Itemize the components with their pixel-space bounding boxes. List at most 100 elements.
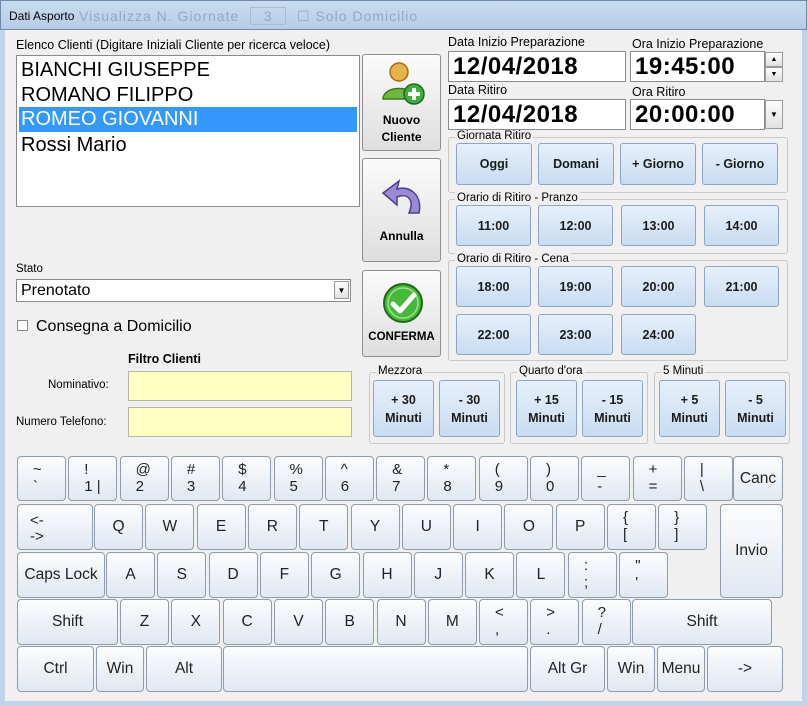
right-win-key[interactable]: Win bbox=[607, 646, 655, 692]
list-item[interactable]: ROMANO FILIPPO bbox=[19, 83, 357, 108]
key-l[interactable]: L bbox=[516, 552, 566, 598]
key-r[interactable]: R bbox=[247, 504, 297, 550]
key-w[interactable]: W bbox=[145, 504, 195, 550]
minus-30-button[interactable]: - 30 Minuti bbox=[439, 380, 500, 437]
confirm-button[interactable]: CONFERMA bbox=[362, 270, 441, 357]
tab-key[interactable]: <- -> bbox=[17, 504, 93, 550]
time-13-button[interactable]: 13:00 bbox=[621, 205, 696, 246]
today-button[interactable]: Oggi bbox=[456, 143, 532, 185]
key-x[interactable]: X bbox=[171, 599, 221, 645]
key-m[interactable]: M bbox=[427, 599, 477, 645]
key-row1-6[interactable]: ^ 6 bbox=[324, 456, 374, 501]
tomorrow-button[interactable]: Domani bbox=[538, 143, 614, 185]
time-23-button[interactable]: 23:00 bbox=[538, 314, 613, 355]
key-n[interactable]: N bbox=[376, 599, 426, 645]
time-20-button[interactable]: 20:00 bbox=[621, 266, 696, 307]
plus-day-button[interactable]: + Giorno bbox=[620, 143, 696, 185]
enter-key[interactable]: Invio bbox=[720, 504, 783, 598]
key-o[interactable]: O bbox=[504, 504, 554, 550]
key-d[interactable]: D bbox=[208, 552, 258, 598]
key-row1-9[interactable]: (9 bbox=[478, 456, 528, 501]
key-c[interactable]: C bbox=[222, 599, 272, 645]
alt-key[interactable]: Alt bbox=[146, 646, 222, 692]
key-sym-0[interactable]: <, bbox=[479, 599, 528, 645]
key-row1-10[interactable]: ) 0 bbox=[530, 456, 579, 501]
key-s[interactable]: S bbox=[157, 552, 207, 598]
name-filter-input[interactable] bbox=[128, 371, 352, 401]
caps-lock-key[interactable]: Caps Lock bbox=[17, 552, 105, 598]
key-sym-2[interactable]: ? / bbox=[581, 599, 631, 645]
menu-key[interactable]: Menu bbox=[657, 646, 705, 692]
key-row1-0[interactable]: ~ ` bbox=[17, 456, 66, 501]
key-punct-0[interactable]: :; bbox=[568, 552, 617, 598]
cancel-button[interactable]: Annulla bbox=[362, 158, 441, 262]
time-22-button[interactable]: 22:00 bbox=[456, 314, 531, 355]
minus-5-button[interactable]: - 5 Minuti bbox=[725, 380, 786, 437]
key-i[interactable]: I bbox=[453, 504, 503, 550]
left-shift-key[interactable]: Shift bbox=[17, 599, 118, 645]
list-item-selected[interactable]: ROMEO GIOVANNI bbox=[19, 107, 357, 132]
key-sym-1[interactable]: >. bbox=[530, 599, 580, 645]
pickup-time-field[interactable]: 20:00:00 bbox=[630, 99, 765, 130]
delete-key[interactable]: Canc bbox=[733, 456, 783, 501]
key-z[interactable]: Z bbox=[120, 599, 169, 645]
client-list[interactable]: BIANCHI GIUSEPPE ROMANO FILIPPO ROMEO GI… bbox=[16, 55, 360, 207]
key-row1-8[interactable]: * 8 bbox=[427, 456, 477, 501]
minus-day-button[interactable]: - Giorno bbox=[702, 143, 778, 185]
new-client-button[interactable]: Nuovo Cliente bbox=[362, 54, 441, 151]
delivery-checkbox[interactable] bbox=[17, 320, 28, 331]
time-12-button[interactable]: 12:00 bbox=[538, 205, 613, 246]
key-b[interactable]: B bbox=[325, 599, 375, 645]
key-k[interactable]: K bbox=[465, 552, 515, 598]
prep-time-down-icon[interactable]: ▼ bbox=[765, 67, 783, 82]
time-14-button[interactable]: 14:00 bbox=[704, 205, 779, 246]
key-v[interactable]: V bbox=[273, 599, 323, 645]
prep-time-up-icon[interactable]: ▲ bbox=[765, 52, 783, 67]
key-e[interactable]: E bbox=[196, 504, 246, 550]
alt-gr-key[interactable]: Alt Gr bbox=[530, 646, 605, 692]
plus-15-button[interactable]: + 15 Minuti bbox=[516, 380, 577, 437]
time-11-button[interactable]: 11:00 bbox=[456, 205, 531, 246]
key-punct-1[interactable]: " ' bbox=[619, 552, 669, 598]
time-18-button[interactable]: 18:00 bbox=[456, 266, 531, 307]
key-a[interactable]: A bbox=[106, 552, 155, 598]
arrow-right-key[interactable]: -> bbox=[707, 646, 783, 692]
key-h[interactable]: H bbox=[362, 552, 412, 598]
key-f[interactable]: F bbox=[259, 552, 309, 598]
plus-30-button[interactable]: + 30 Minuti bbox=[373, 380, 434, 437]
key-row1-5[interactable]: % 5 bbox=[273, 456, 323, 501]
ctrl-key[interactable]: Ctrl bbox=[17, 646, 94, 692]
prep-time-field[interactable]: 19:45:00 bbox=[630, 51, 765, 82]
right-shift-key[interactable]: Shift bbox=[632, 599, 772, 645]
key-bracket-1[interactable]: }] bbox=[658, 504, 708, 550]
status-select[interactable]: Prenotato ▼ bbox=[16, 279, 351, 302]
key-row1-12[interactable]: + = bbox=[632, 456, 682, 501]
minus-15-button[interactable]: - 15 Minuti bbox=[582, 380, 643, 437]
key-u[interactable]: U bbox=[401, 504, 451, 550]
phone-filter-input[interactable] bbox=[128, 407, 352, 437]
key-j[interactable]: J bbox=[413, 552, 463, 598]
spacebar[interactable] bbox=[223, 646, 528, 692]
key-t[interactable]: T bbox=[299, 504, 349, 550]
prep-date-field[interactable]: 12/04/2018 bbox=[448, 51, 626, 82]
key-row1-4[interactable]: $4 bbox=[222, 456, 272, 501]
key-bracket-0[interactable]: {[ bbox=[607, 504, 656, 550]
plus-5-button[interactable]: + 5 Minuti bbox=[659, 380, 720, 437]
left-win-key[interactable]: Win bbox=[96, 646, 144, 692]
key-q[interactable]: Q bbox=[94, 504, 143, 550]
key-row1-2[interactable]: @2 bbox=[119, 456, 169, 501]
time-19-button[interactable]: 19:00 bbox=[538, 266, 613, 307]
time-21-button[interactable]: 21:00 bbox=[704, 266, 779, 307]
key-row1-11[interactable]: _ - bbox=[581, 456, 631, 501]
pickup-date-field[interactable]: 12/04/2018 bbox=[448, 99, 626, 130]
time-24-button[interactable]: 24:00 bbox=[621, 314, 696, 355]
list-item[interactable]: Rossi Mario bbox=[19, 133, 357, 158]
key-row1-1[interactable]: ! 1 | bbox=[68, 456, 118, 501]
pickup-time-dropdown-icon[interactable]: ▼ bbox=[765, 100, 783, 129]
key-row1-7[interactable]: & 7 bbox=[376, 456, 426, 501]
chevron-down-icon[interactable]: ▼ bbox=[334, 281, 349, 299]
key-row1-13[interactable]: | \ bbox=[683, 456, 733, 501]
key-y[interactable]: Y bbox=[350, 504, 400, 550]
key-row1-3[interactable]: #3 bbox=[170, 456, 220, 501]
key-p[interactable]: P bbox=[555, 504, 605, 550]
